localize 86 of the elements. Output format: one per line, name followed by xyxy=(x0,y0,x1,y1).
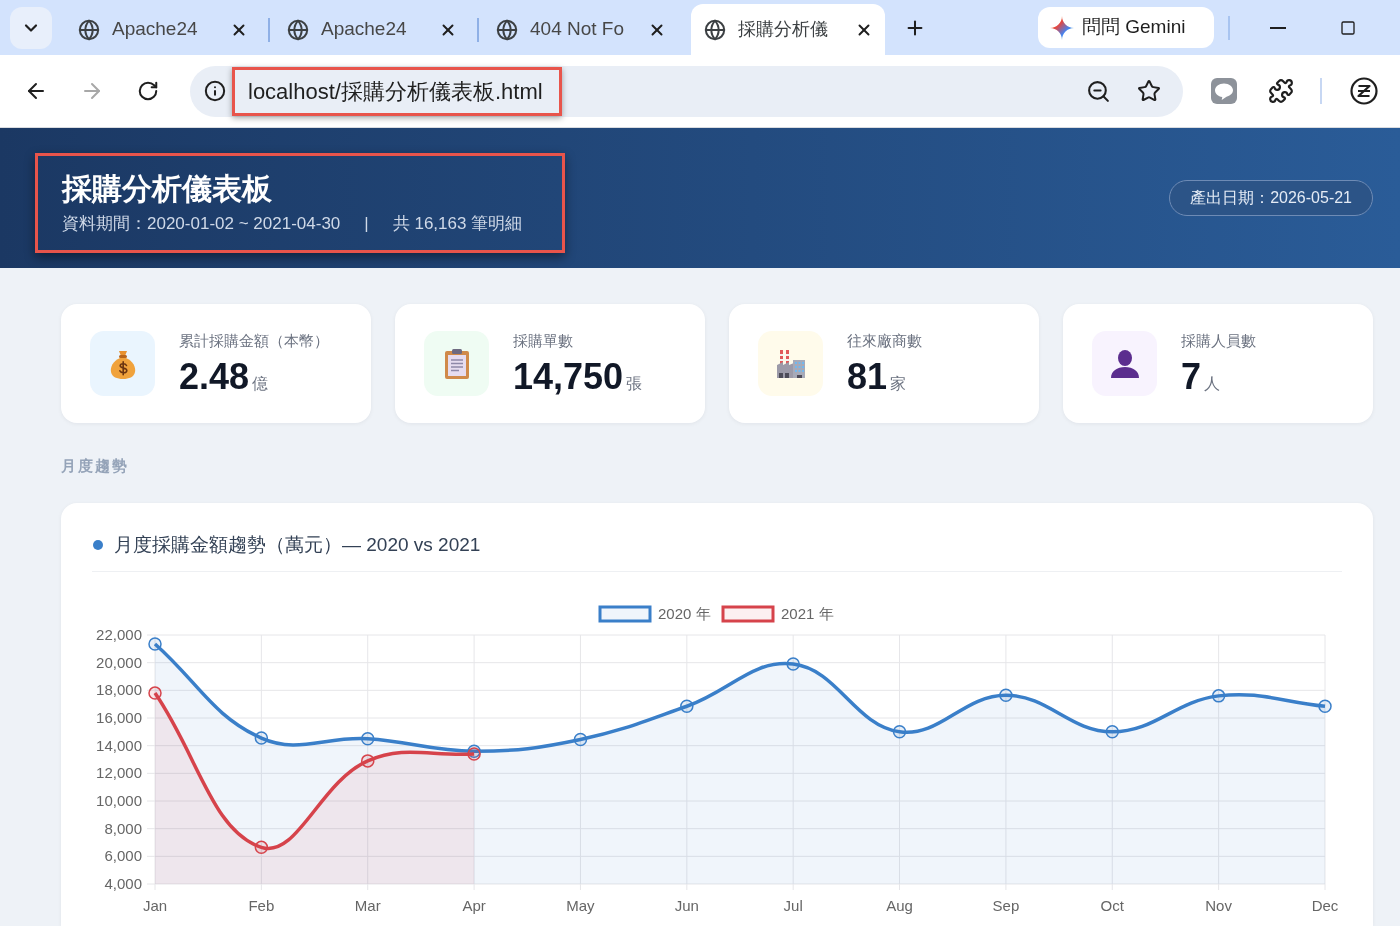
globe-icon xyxy=(704,18,726,41)
kpi-unit: 億 xyxy=(252,373,269,394)
axis-tick-label: Oct xyxy=(1100,897,1124,914)
browser-tab[interactable]: Apache24 xyxy=(273,4,473,55)
chart-title: 月度採購金額趨勢（萬元）— 2020 vs 2021 xyxy=(114,532,481,557)
legend-swatch-icon xyxy=(721,605,775,623)
kpi-unit: 人 xyxy=(1204,373,1221,394)
bookmark-star-icon[interactable] xyxy=(1137,79,1161,103)
data-point xyxy=(680,699,694,713)
kpi-label: 累計採購金額（本幣） xyxy=(179,330,329,351)
axis-tick-label: Dec xyxy=(1311,897,1339,914)
axis-tick-label: 16,000 xyxy=(96,709,142,726)
data-point xyxy=(254,840,269,855)
browser-tab[interactable]: Apache24 xyxy=(64,4,264,55)
data-point xyxy=(361,754,375,768)
axis-tick-label: 4,000 xyxy=(104,875,142,892)
address-bar[interactable]: localhost/採購分析儀表板.html xyxy=(190,65,1183,117)
generated-date-badge: 產出日期：2026-05-21 xyxy=(1169,180,1373,216)
sparkle-icon xyxy=(1050,15,1074,40)
maximize-icon xyxy=(1340,19,1356,36)
tab-title: 採購分析儀 xyxy=(738,18,829,41)
reload-icon xyxy=(137,80,159,102)
axis-tick-label: 8,000 xyxy=(104,819,142,837)
minimize-icon xyxy=(1270,26,1286,29)
axis-tick-label: Jan xyxy=(142,897,168,914)
browser-tab[interactable]: 採購分析儀 xyxy=(691,4,885,55)
data-point xyxy=(1105,725,1119,739)
profile-icon[interactable] xyxy=(1350,77,1378,105)
axis-tick-label: 10,000 xyxy=(96,792,142,809)
axis-tick-label: Apr xyxy=(462,897,486,914)
axis-tick-label: Aug xyxy=(886,897,913,914)
kpi-unit: 張 xyxy=(626,373,643,394)
data-point xyxy=(361,732,375,746)
zoom-icon[interactable] xyxy=(1086,78,1111,104)
data-point xyxy=(254,731,269,745)
kpi-label: 採購單數 xyxy=(513,330,574,351)
data-point xyxy=(786,657,800,671)
data-point xyxy=(1211,689,1226,703)
data-period-text: 資料期間：2020-01-02 ~ 2021-04-30 xyxy=(62,213,341,235)
axis-tick-label: 20,000 xyxy=(96,653,142,671)
record-count-text: 共 16,163 筆明細 xyxy=(392,213,523,235)
kpi-label: 往來廠商數 xyxy=(847,330,922,351)
data-point xyxy=(148,637,162,651)
data-point xyxy=(148,686,162,700)
axis-tick-label: Nov xyxy=(1205,897,1232,914)
axis-tick-label: 14,000 xyxy=(96,736,142,754)
chat-extension-icon[interactable] xyxy=(1211,78,1237,104)
axis-tick-label: 6,000 xyxy=(104,847,142,865)
kpi-value: 2.48 xyxy=(179,356,250,397)
data-point xyxy=(892,725,907,739)
legend-label: 2021 年 xyxy=(781,605,834,622)
axis-tick-label: 22,000 xyxy=(96,626,142,643)
tab-title: 404 Not Fo xyxy=(530,17,625,42)
axis-tick-label: Mar xyxy=(354,897,381,914)
tab-title: Apache24 xyxy=(321,17,408,42)
section-label: 月度趨勢 xyxy=(61,456,129,476)
tab-search-button[interactable] xyxy=(10,6,52,49)
kpi-value: 14,750 xyxy=(513,356,624,397)
separator-text: | xyxy=(364,213,369,235)
kpi-value: 7 xyxy=(1181,356,1202,397)
legend-swatch-icon xyxy=(598,605,652,623)
gemini-button[interactable]: 問問 Gemini xyxy=(1038,7,1214,48)
data-point xyxy=(573,732,588,747)
legend-label: 2020 年 xyxy=(658,605,711,622)
kpi-label: 採購人員數 xyxy=(1181,330,1256,351)
globe-icon xyxy=(287,18,309,41)
info-icon[interactable] xyxy=(204,80,226,102)
page-title: 採購分析儀表板 xyxy=(62,171,273,207)
url-text: localhost/採購分析儀表板.html xyxy=(248,77,543,106)
extensions-icon[interactable] xyxy=(1268,78,1294,104)
data-point xyxy=(999,688,1013,702)
browser-tab[interactable]: 404 Not Fo xyxy=(482,4,682,55)
axis-tick-label: Jun xyxy=(674,897,699,914)
kpi-unit: 家 xyxy=(890,373,907,394)
axis-tick-label: May xyxy=(566,897,595,914)
globe-icon xyxy=(78,18,100,41)
bullet-dot-icon xyxy=(93,540,103,550)
tab-title: Apache24 xyxy=(112,17,199,42)
globe-icon xyxy=(496,18,518,41)
axis-tick-label: Feb xyxy=(248,897,275,914)
axis-tick-label: 18,000 xyxy=(96,681,142,699)
axis-tick-label: Sep xyxy=(992,897,1020,914)
axis-tick-label: 12,000 xyxy=(96,764,142,782)
data-point xyxy=(1318,699,1332,713)
axis-tick-label: Jul xyxy=(783,897,803,914)
kpi-value: 81 xyxy=(847,356,888,397)
